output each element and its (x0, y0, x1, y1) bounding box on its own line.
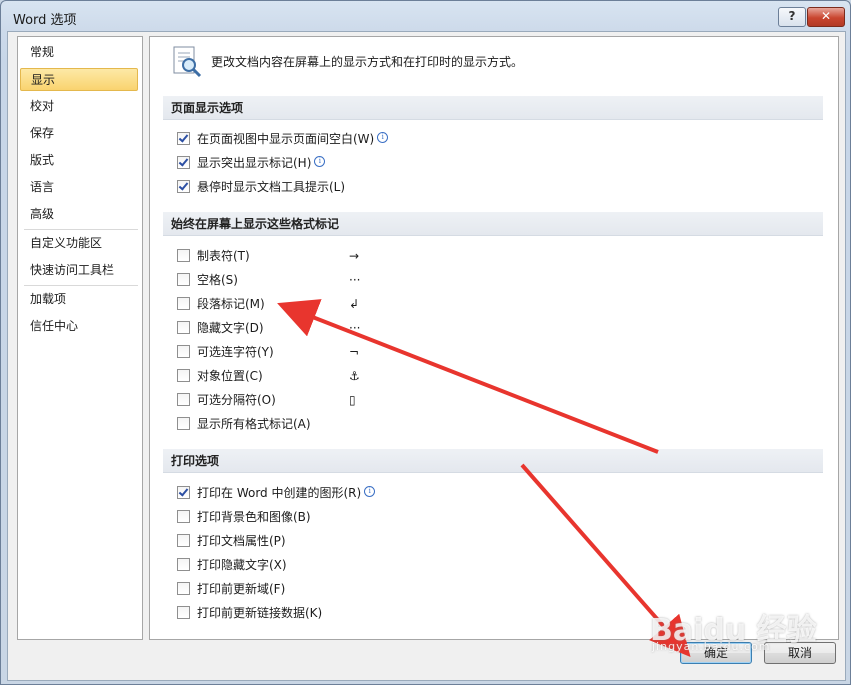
checkbox[interactable] (177, 486, 190, 499)
sidebar-item-quick-access-toolbar[interactable]: 快速访问工具栏 (20, 259, 138, 282)
hidden-text-mark-icon: ··· (349, 321, 361, 335)
document-magnifier-icon (173, 46, 202, 78)
checkbox[interactable] (177, 180, 190, 193)
sidebar-item-customize-ribbon[interactable]: 自定义功能区 (20, 232, 138, 255)
checkbox[interactable] (177, 582, 190, 595)
sidebar-divider (24, 285, 138, 286)
help-button[interactable]: ? (778, 7, 806, 27)
sidebar-item-layout[interactable]: 版式 (20, 149, 138, 172)
title-bar: Word 选项 ? ✕ (1, 1, 850, 31)
checkbox[interactable] (177, 393, 190, 406)
checkbox[interactable] (177, 132, 190, 145)
checkbox[interactable] (177, 558, 190, 571)
option-label: 段落标记(M) (197, 297, 265, 311)
option-label: 可选分隔符(O) (197, 393, 276, 407)
word-options-dialog: Word 选项 ? ✕ 常规 显示 校对 保存 版式 语言 高级 自定义功能区 … (0, 0, 851, 685)
checkbox[interactable] (177, 606, 190, 619)
info-icon: i (364, 486, 376, 497)
sidebar-item-trust-center[interactable]: 信任中心 (20, 315, 138, 338)
intro-text: 更改文档内容在屏幕上的显示方式和在打印时的显示方式。 (211, 55, 524, 69)
sidebar-item-language[interactable]: 语言 (20, 176, 138, 199)
sidebar-item-add-ins[interactable]: 加载项 (20, 288, 138, 311)
close-button[interactable]: ✕ (807, 7, 845, 27)
checkbox[interactable] (177, 510, 190, 523)
checkbox[interactable] (177, 534, 190, 547)
sidebar-divider (24, 229, 138, 230)
option-label: 打印隐藏文字(X) (197, 558, 287, 572)
option-label: 打印前更新链接数据(K) (197, 606, 323, 620)
option-label: 制表符(T) (197, 249, 250, 263)
section-header-formatting-marks: 始终在屏幕上显示这些格式标记 (163, 212, 823, 236)
options-sidebar: 常规 显示 校对 保存 版式 语言 高级 自定义功能区 快速访问工具栏 加载项 … (17, 36, 143, 640)
checkbox[interactable] (177, 156, 190, 169)
info-icon: i (314, 156, 326, 167)
dialog-body: 常规 显示 校对 保存 版式 语言 高级 自定义功能区 快速访问工具栏 加载项 … (7, 31, 846, 681)
option-label: 可选连字符(Y) (197, 345, 274, 359)
baidu-watermark-url: jingyan.baidu.com (652, 640, 771, 653)
option-label: 在页面视图中显示页面间空白(W) (197, 132, 375, 146)
tab-mark-icon: → (349, 249, 360, 263)
option-label: 对象位置(C) (197, 369, 263, 383)
info-icon: i (377, 132, 389, 143)
option-label: 空格(S) (197, 273, 238, 287)
window-title: Word 选项 (13, 13, 77, 28)
option-label: 打印文档属性(P) (197, 534, 286, 548)
sidebar-item-general[interactable]: 常规 (20, 41, 138, 64)
checkbox[interactable] (177, 417, 190, 430)
option-label: 显示所有格式标记(A) (197, 417, 311, 431)
optional-break-icon: ▯ (349, 393, 356, 407)
paragraph-mark-icon: ↲ (349, 297, 360, 311)
anchor-icon: ⚓ (349, 369, 360, 383)
option-label: 隐藏文字(D) (197, 321, 264, 335)
checkbox[interactable] (177, 369, 190, 382)
options-content: 更改文档内容在屏幕上的显示方式和在打印时的显示方式。 页面显示选项 在页面视图中… (149, 36, 839, 640)
option-label: 打印背景色和图像(B) (197, 510, 311, 524)
space-mark-icon: ··· (349, 273, 361, 287)
checkbox[interactable] (177, 249, 190, 262)
section-header-printing: 打印选项 (163, 449, 823, 473)
option-label: 打印前更新域(F) (197, 582, 286, 596)
checkbox[interactable] (177, 297, 190, 310)
optional-hyphen-icon: ¬ (349, 345, 360, 359)
sidebar-item-display[interactable]: 显示 (20, 68, 138, 91)
checkbox[interactable] (177, 273, 190, 286)
option-label: 打印在 Word 中创建的图形(R) (197, 486, 362, 500)
checkbox[interactable] (177, 345, 190, 358)
sidebar-item-save[interactable]: 保存 (20, 122, 138, 145)
option-label: 显示突出显示标记(H) (197, 156, 312, 170)
sidebar-item-advanced[interactable]: 高级 (20, 203, 138, 226)
option-label: 悬停时显示文档工具提示(L) (197, 180, 346, 194)
sidebar-item-proofing[interactable]: 校对 (20, 95, 138, 118)
section-header-page-display: 页面显示选项 (163, 96, 823, 120)
checkbox[interactable] (177, 321, 190, 334)
